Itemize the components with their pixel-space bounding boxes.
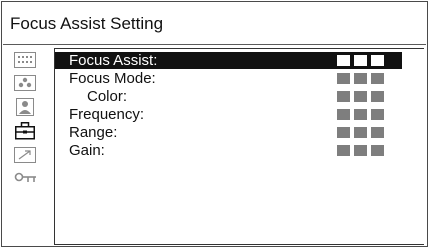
key-icon[interactable] xyxy=(14,171,36,189)
menu-item-label: Gain: xyxy=(69,142,105,159)
value-block xyxy=(371,55,384,66)
settings-window: Focus Assist Setting Focus Assist: Focus… xyxy=(1,1,428,247)
menu-item-label: Color: xyxy=(87,88,128,105)
briefcase-icon[interactable] xyxy=(14,122,36,140)
value-indicator xyxy=(337,73,385,84)
grid-dots-icon[interactable] xyxy=(14,52,36,70)
dots-cluster-icon[interactable] xyxy=(14,75,36,93)
title-divider xyxy=(3,44,426,45)
diagonal-arrow-icon[interactable] xyxy=(14,147,36,165)
value-block xyxy=(337,145,350,156)
page-title: Focus Assist Setting xyxy=(10,14,164,33)
value-indicator xyxy=(337,127,385,138)
value-block xyxy=(354,145,367,156)
menu-item-focus-assist[interactable]: Focus Assist: xyxy=(55,52,402,69)
value-block xyxy=(354,91,367,102)
menu-item-label: Focus Assist: xyxy=(69,52,158,69)
value-block xyxy=(371,91,384,102)
value-block xyxy=(337,91,350,102)
value-block xyxy=(337,109,350,120)
settings-list: Focus Assist: Focus Mode: Color: Frequen… xyxy=(54,48,424,245)
value-block xyxy=(354,73,367,84)
menu-item-color[interactable]: Color: xyxy=(55,88,402,105)
menu-item-frequency[interactable]: Frequency: xyxy=(55,106,402,123)
menu-item-range[interactable]: Range: xyxy=(55,124,402,141)
person-icon[interactable] xyxy=(14,98,36,116)
value-block xyxy=(371,73,384,84)
value-block xyxy=(337,73,350,84)
value-block xyxy=(371,145,384,156)
value-block xyxy=(337,127,350,138)
value-block xyxy=(354,109,367,120)
value-block xyxy=(371,109,384,120)
value-indicator xyxy=(337,109,385,120)
menu-item-label: Focus Mode: xyxy=(69,70,156,87)
menu-item-focus-mode[interactable]: Focus Mode: xyxy=(55,70,402,87)
value-indicator xyxy=(337,145,385,156)
menu-item-label: Range: xyxy=(69,124,118,141)
menu-item-gain[interactable]: Gain: xyxy=(55,142,402,159)
value-block xyxy=(371,127,384,138)
value-block xyxy=(354,127,367,138)
value-indicator xyxy=(337,91,385,102)
value-indicator xyxy=(337,55,385,66)
value-block xyxy=(354,55,367,66)
menu-item-label: Frequency: xyxy=(69,106,145,123)
value-block xyxy=(337,55,350,66)
